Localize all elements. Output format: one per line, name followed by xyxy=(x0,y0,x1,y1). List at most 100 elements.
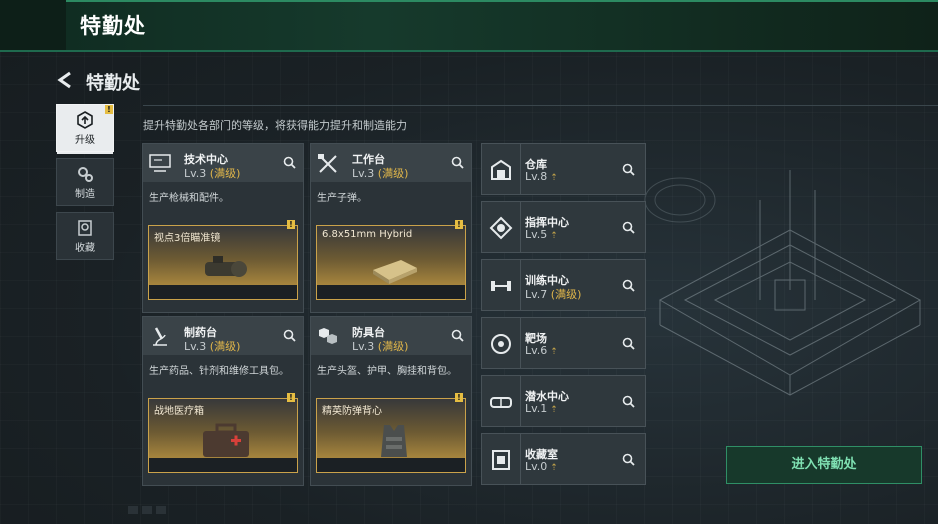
card-header: 技术中心 Lv.3 (满级) xyxy=(143,144,303,182)
tab-upgrade[interactable]: 升级 ! xyxy=(56,104,114,154)
facility-level: Lv.1 ⇡ xyxy=(525,402,558,415)
separator xyxy=(520,202,521,252)
search-icon[interactable] xyxy=(451,329,464,342)
card-workbench[interactable]: 工作台 Lv.3 (满级) 生产子弹。 6.8x51mm Hybrid ! xyxy=(310,143,472,313)
facility-level: Lv.7 (满级) xyxy=(525,288,582,301)
card-description: 生产子弹。 xyxy=(317,193,367,204)
medkit-image xyxy=(203,423,249,457)
divider xyxy=(143,105,938,106)
product-name: 精英防弹背心 xyxy=(322,406,382,417)
tab-collection-label: 收藏 xyxy=(75,243,95,254)
upgrade-chevron-icon: ⇡ xyxy=(550,405,558,415)
product-badge: ! xyxy=(455,393,463,402)
upgrade-icon xyxy=(77,111,93,129)
separator xyxy=(520,260,521,310)
scope-image xyxy=(205,256,247,277)
card-description: 生产枪械和配件。 xyxy=(149,193,229,204)
product-name: 战地医疗箱 xyxy=(154,406,204,417)
card-tech-center[interactable]: 技术中心 Lv.3 (满级) 生产枪械和配件。 视点3倍瞄准镜 ! xyxy=(142,143,304,313)
separator xyxy=(520,376,521,426)
dumbbell-icon xyxy=(491,281,511,291)
ammo-box-image xyxy=(373,260,417,284)
upgrade-chevron-icon: ⇡ xyxy=(550,231,558,241)
upgrade-chevron-icon: ⇡ xyxy=(550,463,558,473)
product-badge: ! xyxy=(455,220,463,229)
search-icon[interactable] xyxy=(622,395,635,408)
facility-level: Lv.0 ⇡ xyxy=(525,460,558,473)
search-icon[interactable] xyxy=(283,329,296,342)
vest-image xyxy=(381,425,407,457)
product-badge: ! xyxy=(287,220,295,229)
target-icon xyxy=(491,334,511,354)
banner-glow-line xyxy=(66,0,938,2)
separator xyxy=(520,434,521,484)
tab-upgrade-badge: ! xyxy=(105,105,113,114)
product-badge: ! xyxy=(287,393,295,402)
search-icon[interactable] xyxy=(283,156,296,169)
facility-level: Lv.5 ⇡ xyxy=(525,228,558,241)
card-pharmacy[interactable]: 制药台 Lv.3 (满级) 生产药品、针剂和维修工具包。 战地医疗箱 ! xyxy=(142,316,304,486)
warehouse-icon xyxy=(491,159,511,180)
facility-command-center[interactable]: 指挥中心 Lv.5 ⇡ xyxy=(481,201,646,253)
search-icon[interactable] xyxy=(622,221,635,234)
facility-level: Lv.6 ⇡ xyxy=(525,344,558,357)
product-progress xyxy=(149,458,297,472)
microscope-icon xyxy=(153,327,167,346)
facility-level: Lv.8 ⇡ xyxy=(525,170,558,183)
back-arrow-icon[interactable] xyxy=(55,70,75,90)
card-header: 防具台 Lv.3 (满级) xyxy=(311,317,471,355)
product-slot[interactable]: 战地医疗箱 ! xyxy=(148,393,298,473)
banner-title: 特勤处 xyxy=(80,14,146,38)
product-name: 视点3倍瞄准镜 xyxy=(154,233,221,244)
facility-training-center[interactable]: 训练中心 Lv.7 (满级) xyxy=(481,259,646,311)
card-level: Lv.3 (满级) xyxy=(184,167,241,180)
product-progress xyxy=(317,285,465,299)
card-level: Lv.3 (满级) xyxy=(184,340,241,353)
facility-shooting-range[interactable]: 靶场 Lv.6 ⇡ xyxy=(481,317,646,369)
card-description: 生产头盔、护甲、胸挂和背包。 xyxy=(317,366,457,377)
product-name: 6.8x51mm Hybrid xyxy=(322,229,413,240)
search-icon[interactable] xyxy=(451,156,464,169)
upgrade-chevron-icon: ⇡ xyxy=(550,173,558,183)
search-icon[interactable] xyxy=(622,163,635,176)
product-progress xyxy=(317,458,465,472)
product-slot[interactable]: 视点3倍瞄准镜 ! xyxy=(148,220,298,300)
facility-diving-center[interactable]: 潜水中心 Lv.1 ⇡ xyxy=(481,375,646,427)
computer-icon xyxy=(149,154,171,172)
top-banner: 特勤处 xyxy=(0,0,938,52)
upgrade-chevron-icon: ⇡ xyxy=(550,347,558,357)
diving-mask-icon xyxy=(490,397,512,408)
tab-upgrade-label: 升级 xyxy=(75,135,95,146)
facility-collection-room[interactable]: 收藏室 Lv.0 ⇡ xyxy=(481,433,646,485)
card-level: Lv.3 (满级) xyxy=(352,167,409,180)
card-armor-bench[interactable]: 防具台 Lv.3 (满级) 生产头盔、护甲、胸挂和背包。 精英防弹背心 ! xyxy=(310,316,472,486)
display-case-icon xyxy=(492,450,510,470)
separator xyxy=(520,144,521,194)
page-title: 特勤处 xyxy=(86,73,140,94)
page-description: 提升特勤处各部门的等级，将获得能力提升和制造能力 xyxy=(143,119,407,132)
armor-parts-icon xyxy=(319,328,337,344)
search-icon[interactable] xyxy=(622,279,635,292)
product-slot[interactable]: 精英防弹背心 ! xyxy=(316,393,466,473)
card-level: Lv.3 (满级) xyxy=(352,340,409,353)
tab-craft[interactable]: 制造 xyxy=(56,158,114,206)
headquarters-illustration xyxy=(644,170,922,396)
product-slot[interactable]: 6.8x51mm Hybrid ! xyxy=(316,220,466,300)
card-description: 生产药品、针剂和维修工具包。 xyxy=(149,366,289,377)
tools-icon xyxy=(318,154,337,173)
banner-accent xyxy=(0,0,66,50)
enter-special-ops-button[interactable]: 进入特勤处 xyxy=(726,446,922,484)
card-header: 工作台 Lv.3 (满级) xyxy=(311,144,471,182)
tab-craft-label: 制造 xyxy=(75,189,95,200)
search-icon[interactable] xyxy=(622,337,635,350)
facility-warehouse[interactable]: 仓库 Lv.8 ⇡ xyxy=(481,143,646,195)
product-progress xyxy=(149,285,297,299)
bottom-decoration xyxy=(128,506,166,514)
card-header: 制药台 Lv.3 (满级) xyxy=(143,317,303,355)
search-icon[interactable] xyxy=(622,453,635,466)
collection-icon xyxy=(78,220,92,236)
command-center-icon xyxy=(489,216,513,240)
gears-icon xyxy=(78,167,93,182)
separator xyxy=(520,318,521,368)
tab-collection[interactable]: 收藏 xyxy=(56,212,114,260)
